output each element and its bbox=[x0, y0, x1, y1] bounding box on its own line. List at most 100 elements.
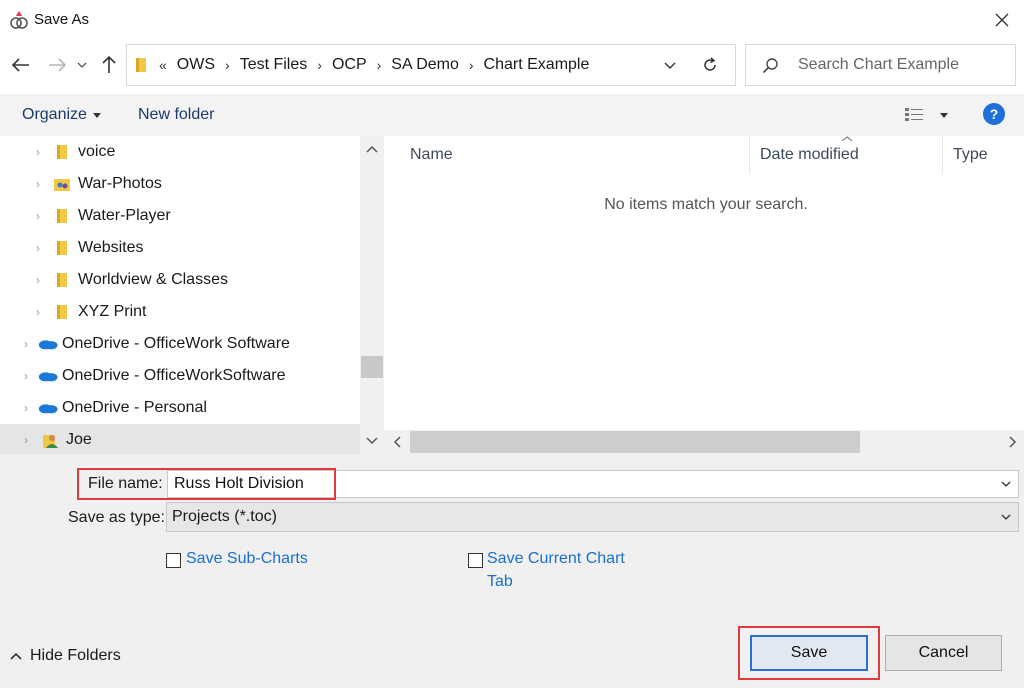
search-icon bbox=[762, 57, 780, 79]
onedrive-icon bbox=[38, 335, 58, 353]
breadcrumb-item[interactable]: OCP bbox=[324, 56, 375, 74]
address-dropdown-button[interactable] bbox=[657, 51, 683, 79]
scrollbar-thumb[interactable] bbox=[410, 431, 860, 453]
chevron-down-icon bbox=[1001, 514, 1011, 520]
tree-item-label: Worldview & Classes bbox=[78, 271, 228, 288]
chevron-right-icon[interactable]: › bbox=[30, 145, 46, 159]
breadcrumb: « OWS › Test Files › OCP › SA Demo › Cha… bbox=[157, 45, 597, 85]
user-folder-icon bbox=[40, 431, 60, 449]
new-folder-button[interactable]: New folder bbox=[130, 100, 222, 130]
tree-item-onedrive-personal[interactable]: › OneDrive - Personal bbox=[0, 392, 360, 424]
chevron-down-icon bbox=[77, 62, 87, 68]
refresh-button[interactable] bbox=[690, 50, 730, 80]
close-button[interactable] bbox=[986, 4, 1018, 36]
arrow-up-icon bbox=[102, 56, 116, 73]
chevron-right-icon[interactable]: › bbox=[30, 241, 46, 255]
tree-item-war-photos[interactable]: › War-Photos bbox=[0, 168, 360, 200]
up-button[interactable] bbox=[96, 50, 122, 80]
file-name-dropdown-button[interactable] bbox=[996, 474, 1016, 494]
tree-item-water-player[interactable]: › Water-Player bbox=[0, 200, 360, 232]
breadcrumb-overflow[interactable]: « bbox=[157, 57, 169, 73]
chevron-up-icon[interactable] bbox=[360, 140, 384, 160]
recent-locations-button[interactable] bbox=[72, 50, 92, 80]
navigation-pane: › voice › War-Photos › Water-Player › We… bbox=[0, 136, 384, 456]
save-as-type-dropdown-button[interactable] bbox=[996, 507, 1016, 527]
folder-people-icon bbox=[52, 175, 72, 193]
column-header-name[interactable]: Name bbox=[400, 136, 750, 174]
tree-item-label: OneDrive - OfficeWork Software bbox=[62, 335, 290, 352]
tree-item-label: voice bbox=[78, 143, 116, 160]
app-icon bbox=[10, 10, 28, 30]
save-as-type-select[interactable]: Projects (*.toc) bbox=[166, 502, 1019, 532]
view-options-button[interactable] bbox=[900, 102, 952, 128]
tree-item-label: OneDrive - Personal bbox=[62, 399, 207, 416]
chevron-right-icon[interactable]: › bbox=[467, 57, 476, 73]
chevron-up-icon bbox=[10, 652, 22, 660]
onedrive-icon bbox=[38, 399, 58, 417]
folder-icon bbox=[52, 207, 72, 225]
breadcrumb-item[interactable]: Test Files bbox=[232, 56, 316, 74]
tree-item-xyz-print[interactable]: › XYZ Print bbox=[0, 296, 360, 328]
chevron-right-icon[interactable]: › bbox=[375, 57, 384, 73]
save-as-type-value: Projects (*.toc) bbox=[172, 508, 277, 525]
column-header-type[interactable]: Type bbox=[943, 136, 1024, 174]
folder-icon bbox=[52, 303, 72, 321]
forward-button[interactable] bbox=[44, 50, 70, 80]
chevron-right-icon[interactable]: › bbox=[315, 57, 324, 73]
organize-label: Organize bbox=[22, 106, 87, 123]
details-view-icon bbox=[905, 108, 923, 121]
file-list: Name Date modified Type No items match y… bbox=[384, 136, 1024, 454]
save-current-chart-tab-checkbox[interactable] bbox=[468, 553, 483, 568]
chevron-right-icon[interactable]: › bbox=[30, 305, 46, 319]
chevron-left-icon[interactable] bbox=[388, 430, 408, 454]
chevron-down-icon[interactable] bbox=[360, 430, 384, 450]
save-as-dialog: Save As « OWS › Test Files › OCP › SA De… bbox=[0, 0, 1024, 688]
empty-message: No items match your search. bbox=[604, 196, 808, 213]
close-icon bbox=[995, 13, 1009, 27]
folder-icon bbox=[135, 57, 147, 77]
tree-item-label: Websites bbox=[78, 239, 144, 256]
save-sub-charts-label[interactable]: Save Sub-Charts bbox=[186, 547, 308, 570]
breadcrumb-item[interactable]: SA Demo bbox=[383, 56, 467, 74]
tree-item-joe[interactable]: › Joe bbox=[0, 424, 360, 456]
search-input[interactable] bbox=[796, 45, 1006, 85]
chevron-right-icon[interactable]: › bbox=[30, 177, 46, 191]
tree-item-label: XYZ Print bbox=[78, 303, 147, 320]
caret-down-icon bbox=[940, 112, 948, 118]
chevron-right-icon[interactable]: › bbox=[18, 337, 34, 351]
tree-item-voice[interactable]: › voice bbox=[0, 136, 360, 168]
column-header-label: Date modified bbox=[760, 146, 859, 163]
breadcrumb-item[interactable]: Chart Example bbox=[476, 56, 598, 74]
hide-folders-button[interactable]: Hide Folders bbox=[10, 642, 121, 670]
help-button[interactable]: ? bbox=[983, 103, 1005, 125]
breadcrumb-item[interactable]: OWS bbox=[169, 56, 223, 74]
chevron-right-icon[interactable]: › bbox=[18, 369, 34, 383]
back-button[interactable] bbox=[8, 50, 34, 80]
save-current-chart-tab-label[interactable]: Save Current Chart Tab bbox=[487, 547, 625, 593]
scrollbar-thumb[interactable] bbox=[361, 356, 383, 378]
save-as-type-label: Save as type: bbox=[68, 509, 165, 526]
organize-button[interactable]: Organize bbox=[14, 100, 109, 130]
save-sub-charts-checkbox[interactable] bbox=[166, 553, 181, 568]
tree-item-worldview-classes[interactable]: › Worldview & Classes bbox=[0, 264, 360, 296]
tree-item-onedrive-officeworksoftware[interactable]: › OneDrive - OfficeWorkSoftware bbox=[0, 360, 360, 392]
arrow-right-icon bbox=[49, 58, 66, 72]
chevron-right-icon[interactable]: › bbox=[30, 273, 46, 287]
refresh-icon bbox=[704, 57, 716, 71]
cancel-button[interactable]: Cancel bbox=[885, 635, 1002, 671]
chevron-right-icon[interactable]: › bbox=[18, 401, 34, 415]
chevron-right-icon[interactable]: › bbox=[30, 209, 46, 223]
tree-item-websites[interactable]: › Websites bbox=[0, 232, 360, 264]
chevron-right-icon[interactable] bbox=[1002, 430, 1022, 454]
tree-item-onedrive-officework-software[interactable]: › OneDrive - OfficeWork Software bbox=[0, 328, 360, 360]
chevron-down-icon bbox=[664, 62, 676, 69]
toolbar: Organize New folder ? bbox=[0, 94, 1024, 136]
chevron-down-icon bbox=[1001, 481, 1011, 487]
save-button[interactable]: Save bbox=[750, 635, 868, 671]
address-bar[interactable]: « OWS › Test Files › OCP › SA Demo › Cha… bbox=[126, 44, 736, 86]
folder-icon bbox=[52, 239, 72, 257]
chevron-right-icon[interactable]: › bbox=[223, 57, 232, 73]
chevron-right-icon[interactable]: › bbox=[18, 433, 34, 447]
navigation-scrollbar[interactable] bbox=[360, 136, 384, 454]
sort-up-icon bbox=[841, 136, 853, 142]
